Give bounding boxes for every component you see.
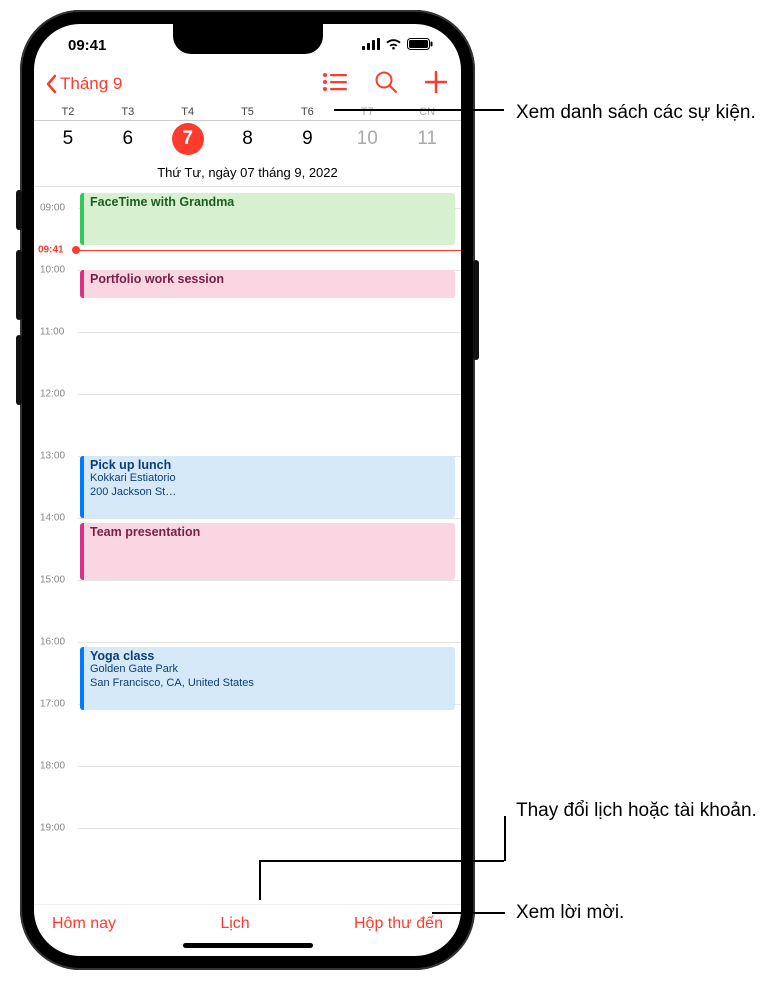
callout-list-events: Xem danh sách các sự kiện. (516, 100, 756, 126)
hour-line (78, 580, 461, 581)
nav-bar: Tháng 9 (34, 66, 461, 106)
hour-label: 17:00 (40, 699, 65, 710)
hour-label: 16:00 (40, 637, 65, 648)
add-button[interactable] (425, 71, 447, 98)
hour-line (78, 828, 461, 829)
hour-line (78, 766, 461, 767)
chevron-left-icon (44, 74, 58, 94)
event-title: FaceTime with Grandma (90, 195, 449, 209)
hour-line (78, 394, 461, 395)
weekday-label: T6 (277, 106, 337, 120)
hour-label: 15:00 (40, 575, 65, 586)
list-icon (323, 73, 347, 91)
calendar-event[interactable]: Team presentation (80, 523, 455, 580)
bottom-toolbar: Hôm nay Lịch Hộp thư đến (34, 904, 461, 937)
event-subtitle: Golden Gate Park (90, 663, 449, 677)
event-subtitle: Kokkari Estiatorio (90, 472, 449, 486)
weekday-label: T4 (158, 106, 218, 120)
inbox-button[interactable]: Hộp thư đến (354, 915, 443, 933)
day-6[interactable]: 6 (98, 123, 158, 155)
weekday-label: T3 (98, 106, 158, 120)
search-icon (375, 71, 397, 93)
today-button[interactable]: Hôm nay (52, 915, 116, 933)
event-title: Team presentation (90, 525, 449, 539)
calendar-event[interactable]: Portfolio work session (80, 270, 455, 298)
calendar-event[interactable]: Yoga classGolden Gate ParkSan Francisco,… (80, 647, 455, 710)
current-time-dot (72, 246, 80, 254)
callout-line (259, 860, 504, 862)
day-11[interactable]: 11 (397, 123, 457, 155)
hour-line (78, 642, 461, 643)
plus-icon (425, 71, 447, 93)
event-subtitle: 200 Jackson St… (90, 486, 449, 500)
list-view-button[interactable] (323, 73, 347, 96)
callout-line (432, 912, 505, 914)
day-8[interactable]: 8 (218, 123, 278, 155)
event-title: Yoga class (90, 649, 449, 663)
hour-line (78, 332, 461, 333)
volume-down (16, 335, 22, 405)
calendar-event[interactable]: Pick up lunchKokkari Estiatorio200 Jacks… (80, 456, 455, 518)
event-title: Pick up lunch (90, 458, 449, 472)
event-subtitle: San Francisco, CA, United States (90, 677, 449, 691)
hour-label: 09:00 (40, 203, 65, 214)
screen: 09:41 Tháng 9 (34, 24, 461, 956)
callout-calendars: Thay đổi lịch hoặc tài khoản. (516, 798, 757, 824)
weekday-label: T5 (218, 106, 278, 120)
hour-label: 11:00 (40, 327, 64, 338)
hour-label: 19:00 (40, 823, 65, 834)
hour-label: 13:00 (40, 451, 65, 462)
volume-up (16, 250, 22, 320)
mute-switch (16, 190, 22, 230)
calendar-event[interactable]: FaceTime with Grandma (80, 193, 455, 246)
event-title: Portfolio work session (90, 272, 449, 286)
calendars-button[interactable]: Lịch (220, 915, 249, 933)
search-button[interactable] (375, 71, 397, 98)
day-7-selected[interactable]: 7 (158, 123, 218, 155)
hour-label: 18:00 (40, 761, 65, 772)
notch (173, 24, 323, 54)
hour-label: 10:00 (40, 265, 65, 276)
cellular-icon (362, 37, 380, 54)
day-5[interactable]: 5 (38, 123, 98, 155)
day-timeline[interactable]: 09:00 10:00 11:00 12:00 13:00 14:00 15:00 16:00… (34, 187, 461, 904)
callout-inbox: Xem lời mời. (516, 900, 624, 926)
weekday-label: T2 (38, 106, 98, 120)
callout-line (259, 860, 261, 900)
current-time-line (76, 250, 461, 251)
day-9[interactable]: 9 (277, 123, 337, 155)
wifi-icon (385, 37, 402, 54)
back-label: Tháng 9 (60, 74, 122, 94)
current-time-label: 09:41 (38, 245, 64, 256)
side-button (473, 260, 479, 360)
back-button[interactable]: Tháng 9 (44, 74, 122, 94)
callout-line (334, 109, 504, 111)
battery-icon (407, 37, 433, 54)
day-10[interactable]: 10 (337, 123, 397, 155)
callout-line (504, 816, 506, 861)
hour-line (78, 518, 461, 519)
week-dates: 5 6 7 8 9 10 11 (34, 121, 461, 161)
full-date-label: Thứ Tư, ngày 07 tháng 9, 2022 (34, 161, 461, 187)
status-time: 09:41 (68, 37, 106, 54)
hour-label: 14:00 (40, 513, 65, 524)
iphone-frame: 09:41 Tháng 9 (20, 10, 475, 970)
home-indicator[interactable] (183, 943, 313, 948)
hour-label: 12:00 (40, 389, 65, 400)
